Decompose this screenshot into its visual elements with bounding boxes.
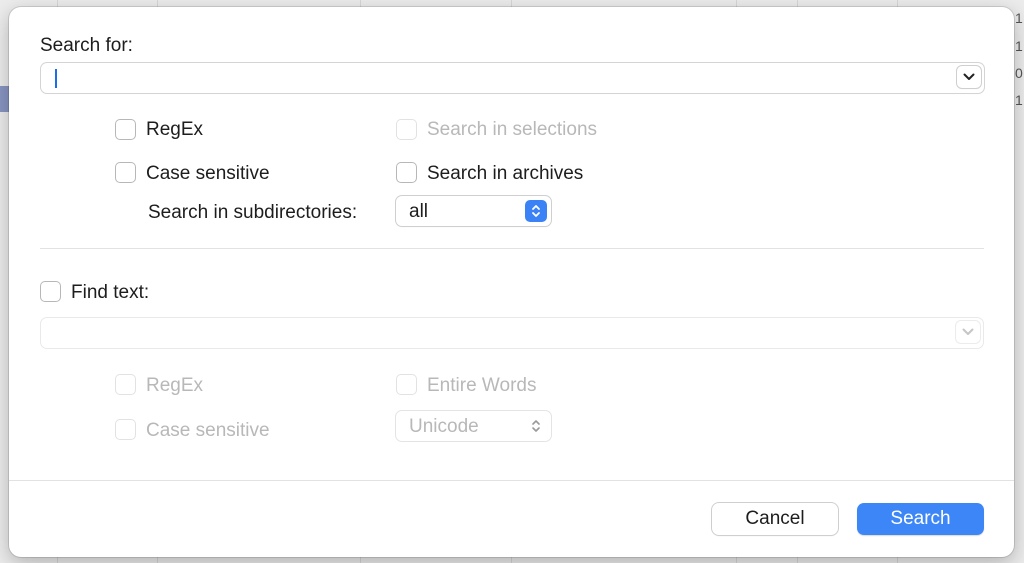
encoding-value: Unicode: [409, 416, 479, 437]
find-text-history-dropdown[interactable]: [956, 321, 980, 343]
find-text-combobox[interactable]: [41, 318, 983, 348]
chevron-down-icon: [963, 73, 975, 80]
entire-words-checkbox[interactable]: [397, 375, 416, 394]
bg-digit: 1: [1015, 38, 1023, 54]
subdirectories-value: all: [409, 201, 429, 222]
up-down-chevrons-icon: [525, 200, 547, 222]
chevron-down-icon: [962, 328, 974, 335]
find-text-checkbox[interactable]: [41, 282, 60, 301]
search-in-archives-label: Search in archives: [427, 163, 584, 184]
search-dialog: Search for: RegEx Search in selections C…: [9, 7, 1014, 557]
case-sensitive-label: Case sensitive: [146, 163, 270, 184]
search-in-archives-checkbox[interactable]: [397, 163, 416, 182]
bg-digit: 1: [1015, 10, 1023, 26]
case-sensitive-checkbox[interactable]: [116, 163, 135, 182]
bg-digit: 1: [1015, 92, 1023, 108]
find-case-sensitive-checkbox[interactable]: [116, 420, 135, 439]
find-text-label: Find text:: [71, 282, 150, 303]
find-case-sensitive-label: Case sensitive: [146, 420, 270, 441]
search-for-combobox[interactable]: [41, 63, 984, 93]
bg-digit: 0: [1015, 65, 1023, 81]
up-down-chevrons-icon: [527, 415, 545, 437]
section-divider: [40, 248, 984, 249]
bg-selection-row: [0, 86, 9, 112]
subdirectories-popup[interactable]: all: [396, 196, 551, 226]
subdirectories-label: Search in subdirectories:: [148, 202, 358, 223]
search-button[interactable]: Search: [857, 503, 984, 535]
footer-divider: [9, 480, 1014, 481]
search-in-selections-label: Search in selections: [427, 119, 598, 140]
search-in-selections-checkbox[interactable]: [397, 120, 416, 139]
regex-label: RegEx: [146, 119, 204, 140]
search-for-label: Search for:: [40, 35, 133, 56]
cancel-button[interactable]: Cancel: [712, 503, 838, 535]
find-regex-checkbox[interactable]: [116, 375, 135, 394]
regex-checkbox[interactable]: [116, 120, 135, 139]
text-caret: [55, 69, 57, 88]
entire-words-label: Entire Words: [427, 375, 537, 396]
find-regex-label: RegEx: [146, 375, 204, 396]
search-history-dropdown[interactable]: [957, 66, 981, 88]
encoding-popup[interactable]: Unicode: [396, 411, 551, 441]
